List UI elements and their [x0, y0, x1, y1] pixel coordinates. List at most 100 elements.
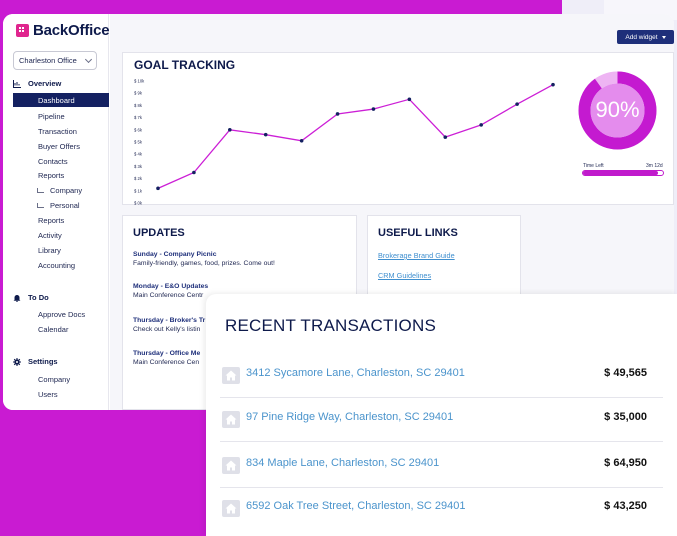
- data-point: [228, 128, 232, 132]
- useful-links-card: USEFUL LINKS Brokerage Brand Guide CRM G…: [367, 215, 521, 295]
- sidebar-item-company[interactable]: Company: [38, 375, 70, 384]
- sidebar-item-reports-2[interactable]: Reports: [38, 216, 64, 225]
- sidebar-item-reports-personal[interactable]: Personal: [37, 201, 80, 210]
- add-widget-label: Add widget: [625, 33, 658, 41]
- home-icon: [222, 500, 240, 517]
- sidebar-item-dashboard[interactable]: Dashboard: [13, 93, 109, 107]
- nav-section-label: Overview: [28, 79, 62, 88]
- updates-title: UPDATES: [133, 227, 185, 239]
- data-point: [479, 123, 483, 127]
- link-crm-guidelines[interactable]: CRM Guidelines: [378, 271, 431, 280]
- sidebar-item-library[interactable]: Library: [38, 246, 61, 255]
- y-tick-label: $ 2k: [134, 176, 143, 181]
- subitem-arrow-icon: [37, 188, 44, 193]
- transaction-address[interactable]: 97 Pine Ridge Way, Charleston, SC 29401: [246, 411, 453, 423]
- goal-line-chart: $ 0k $ 1k $ 2k $ 3k $ 4k $ 5k $ 6k $ 7k $ 8k $ 9k…: [134, 79, 555, 206]
- transaction-address[interactable]: 6592 Oak Tree Street, Charleston, SC 294…: [246, 500, 466, 512]
- y-tick-label: $ 5k: [134, 140, 143, 145]
- sidebar-item-calendar[interactable]: Calendar: [38, 325, 68, 334]
- data-point: [515, 102, 519, 106]
- data-point: [335, 112, 340, 116]
- nav-section-overview[interactable]: Overview: [13, 79, 61, 88]
- data-point: [443, 135, 448, 139]
- update-desc: Family-friendly, games, food, prizes. Co…: [133, 260, 275, 267]
- goal-progress-ring: 90%: [576, 69, 659, 152]
- chart-icon: [13, 79, 21, 88]
- table-row[interactable]: 97 Pine Ridge Way, Charleston, SC 29401 …: [220, 398, 663, 442]
- recent-transactions-panel: RECENT TRANSACTIONS 3412 Sycamore Lane, …: [206, 294, 677, 536]
- nav-section-label: Settings: [28, 357, 58, 366]
- caret-down-icon: [661, 35, 666, 39]
- table-row[interactable]: 6592 Oak Tree Street, Charleston, SC 294…: [220, 487, 663, 531]
- series-line: [157, 84, 554, 189]
- sidebar-item-approve-docs[interactable]: Approve Docs: [38, 310, 85, 319]
- sidebar-item-buyer-offers[interactable]: Buyer Offers: [38, 142, 80, 151]
- goal-percent-label: 90%: [595, 97, 640, 122]
- data-point: [156, 186, 160, 191]
- data-point: [551, 82, 555, 87]
- time-left-bar: [582, 170, 664, 176]
- y-tick-label: $ 9k: [134, 91, 143, 96]
- home-icon: [222, 411, 240, 428]
- home-icon: [222, 457, 240, 474]
- sidebar-item-reports-company[interactable]: Company: [37, 186, 83, 195]
- recent-transactions-title: RECENT TRANSACTIONS: [225, 316, 436, 335]
- time-left-label: Time Left: [583, 163, 604, 169]
- transaction-amount: $ 64,950: [604, 457, 647, 469]
- data-point: [192, 170, 196, 175]
- y-tick-label: $ 0k: [134, 201, 143, 206]
- nav-section-todo[interactable]: To Do: [13, 293, 49, 302]
- y-tick-label: $ 3k: [134, 164, 143, 169]
- office-select[interactable]: Charleston Office: [13, 51, 97, 70]
- logo[interactable]: BackOffice: [16, 22, 110, 39]
- chevron-down-icon: [84, 55, 93, 64]
- data-point: [299, 138, 304, 143]
- sidebar: BackOffice Charleston Office Overview Da…: [3, 14, 110, 410]
- sidebar-item-reports[interactable]: Reports: [38, 171, 64, 180]
- sidebar-item-label: Company: [50, 186, 83, 195]
- link-brand-guide[interactable]: Brokerage Brand Guide: [378, 251, 455, 260]
- brand-name: BackOffice: [33, 22, 110, 39]
- data-point: [407, 97, 412, 102]
- sidebar-item-accounting[interactable]: Accounting: [38, 261, 75, 270]
- transaction-address[interactable]: 834 Maple Lane, Charleston, SC 29401: [246, 457, 439, 469]
- sidebar-item-label: Personal: [50, 201, 80, 210]
- transaction-amount: $ 35,000: [604, 411, 647, 423]
- sidebar-item-label: Dashboard: [38, 96, 75, 105]
- useful-links-title: USEFUL LINKS: [378, 227, 458, 239]
- y-tick-label: $ 10k: [134, 79, 145, 84]
- sidebar-item-users[interactable]: Users: [38, 390, 58, 399]
- data-point: [371, 107, 376, 111]
- time-left-fill: [583, 171, 659, 175]
- logo-icon: [16, 24, 29, 37]
- home-icon: [222, 367, 240, 384]
- add-widget-button[interactable]: Add widget: [617, 30, 674, 44]
- y-tick-label: $ 8k: [134, 103, 143, 108]
- sidebar-item-contacts[interactable]: Contacts: [38, 157, 68, 166]
- sidebar-item-activity[interactable]: Activity: [38, 231, 62, 240]
- y-tick-label: $ 6k: [134, 127, 143, 132]
- transaction-amount: $ 49,565: [604, 367, 647, 379]
- y-tick-label: $ 4k: [134, 152, 143, 157]
- sidebar-item-transaction[interactable]: Transaction: [38, 127, 77, 136]
- gear-icon: [13, 357, 21, 366]
- nav-section-settings[interactable]: Settings: [13, 357, 58, 366]
- transaction-address[interactable]: 3412 Sycamore Lane, Charleston, SC 29401: [246, 367, 465, 379]
- row-divider: [220, 441, 663, 442]
- table-row[interactable]: 3412 Sycamore Lane, Charleston, SC 29401…: [220, 354, 663, 398]
- update-item[interactable]: Sunday - Company Picnic Family-friendly,…: [133, 251, 353, 267]
- nav-section-label: To Do: [28, 293, 49, 302]
- update-title: Monday - E&O Updates: [133, 283, 209, 290]
- y-tick-label: $ 1k: [134, 188, 143, 193]
- subitem-arrow-icon: [37, 203, 44, 208]
- goal-tracking-title: GOAL TRACKING: [134, 58, 236, 72]
- table-row[interactable]: 834 Maple Lane, Charleston, SC 29401 $ 6…: [220, 444, 663, 488]
- bell-icon: [13, 294, 21, 302]
- sidebar-item-pipeline[interactable]: Pipeline: [38, 112, 65, 121]
- y-tick-label: $ 7k: [134, 115, 143, 120]
- data-point: [263, 132, 268, 137]
- time-left-value: 3m 12d: [646, 163, 663, 169]
- office-select-value: Charleston Office: [19, 56, 77, 65]
- update-title: Sunday - Company Picnic: [133, 251, 217, 258]
- transaction-amount: $ 43,250: [604, 500, 647, 512]
